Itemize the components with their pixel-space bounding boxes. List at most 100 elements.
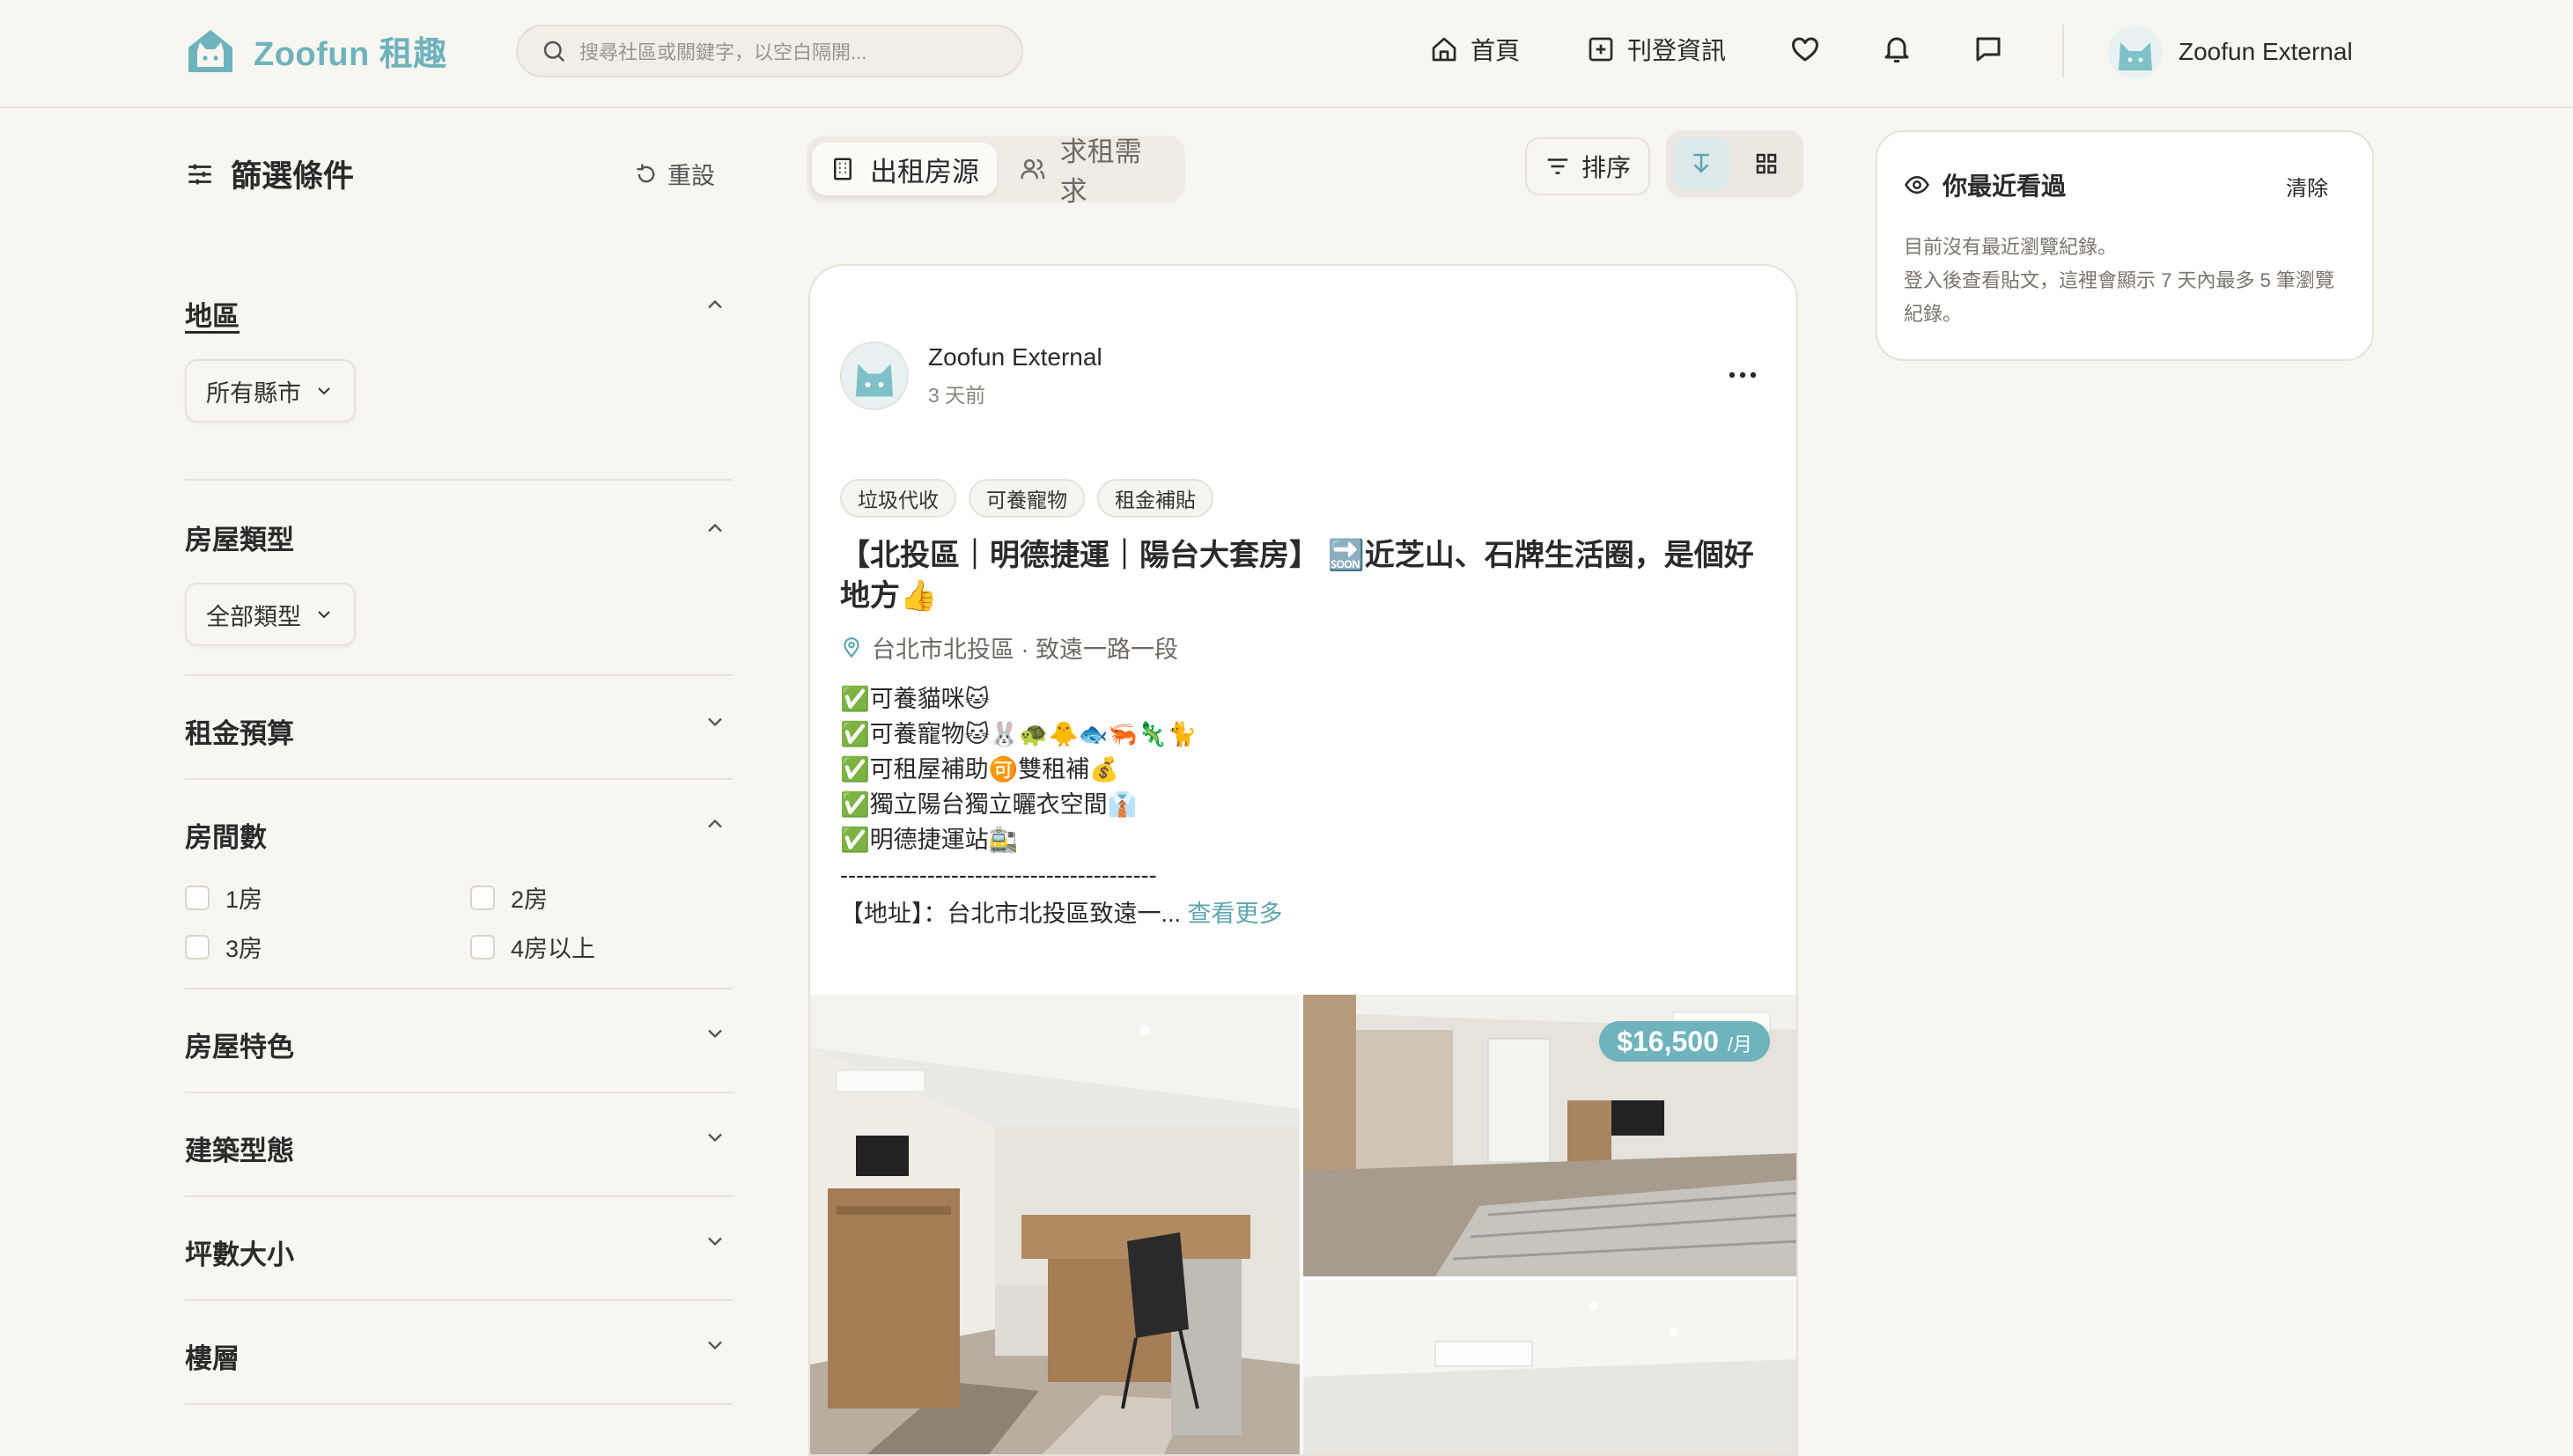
post-body-line: ----------------------------------------: [840, 862, 1157, 888]
reset-icon: [637, 163, 655, 182]
price-unit: /月: [1727, 1033, 1752, 1055]
header-divider: [2062, 25, 2064, 77]
recently-viewed-title: 你最近看過: [1904, 167, 2066, 202]
sort-lines-icon: [1547, 158, 1568, 174]
see-more-link[interactable]: 查看更多: [1188, 901, 1283, 927]
chevron-up-icon[interactable]: [703, 516, 727, 540]
eye-icon: [1905, 175, 1929, 195]
checkbox[interactable]: [185, 934, 210, 960]
tab-rent-demand-label: 求租需求: [1059, 136, 1142, 207]
chevron-down-icon[interactable]: [703, 1333, 727, 1357]
post-body-line: ✅獨立陽台獨立曬衣空間👔: [840, 791, 1138, 818]
more-options-icon[interactable]: [1728, 370, 1758, 380]
building-icon: [834, 158, 852, 180]
checkbox[interactable]: [470, 934, 495, 960]
clear-recent-button[interactable]: 清除: [2286, 171, 2328, 202]
chevron-up-icon[interactable]: [703, 812, 727, 836]
post-body-line: ✅明德捷運站🚉: [840, 827, 1019, 853]
nav-home[interactable]: 首頁: [1430, 32, 1520, 67]
room-photo-desk-image: [810, 995, 1300, 1454]
post-address-line: 【地址】：台北市北投區致遠一... 查看更多: [840, 896, 1283, 931]
user-avatar: [2108, 25, 2163, 79]
room-photo-3[interactable]: [1303, 1280, 1796, 1454]
checkbox[interactable]: [470, 885, 495, 910]
cat-avatar-icon: [855, 364, 894, 397]
house-type-title[interactable]: 房屋類型: [185, 518, 294, 557]
post-author-name[interactable]: Zoofun External: [928, 343, 1102, 371]
filter-section-building[interactable]: 建築型態: [185, 1093, 733, 1197]
tab-rent-supply-label: 出租房源: [870, 156, 979, 188]
filter-section-house-type: 房屋類型 全部類型: [185, 481, 733, 676]
brand-logo[interactable]: Zoofun 租趣: [185, 25, 447, 76]
view-toggle: [1666, 130, 1803, 197]
sliders-icon: [188, 164, 211, 184]
reset-filters-button[interactable]: 重設: [634, 157, 715, 191]
grid-icon: [1756, 153, 1777, 174]
post-author-avatar[interactable]: [840, 342, 909, 410]
tab-rent-demand[interactable]: 求租需求: [1002, 136, 1185, 207]
search-icon: [543, 40, 565, 63]
chevron-down-icon[interactable]: [703, 1021, 727, 1046]
chevron-down-icon[interactable]: [703, 710, 727, 734]
sort-button[interactable]: 排序: [1525, 137, 1650, 195]
rooms-option-2[interactable]: 2房: [470, 880, 548, 915]
tab-rent-supply[interactable]: 出租房源: [812, 143, 997, 195]
post-author-row: Zoofun External 3 天前: [840, 342, 1102, 410]
region-title[interactable]: 地區: [185, 294, 240, 334]
chevron-down-icon[interactable]: [703, 1125, 727, 1150]
region-select-value: 所有縣市: [206, 379, 301, 407]
messages-button[interactable]: [1972, 33, 2004, 65]
post-time: 3 天前: [928, 384, 986, 407]
filter-section-features[interactable]: 房屋特色: [185, 989, 733, 1093]
filter-section-floor[interactable]: 樓層: [185, 1301, 733, 1405]
filter-section-budget[interactable]: 租金預算: [185, 676, 733, 780]
tag-pets-allowed: 可養寵物: [969, 479, 1085, 518]
budget-title: 租金預算: [185, 718, 294, 749]
house-type-select-value: 全部類型: [206, 603, 301, 630]
post-body-line: ✅可租屋補助🉑雙租補💰: [840, 756, 1119, 783]
nav-home-label: 首頁: [1471, 37, 1521, 64]
notifications-button[interactable]: [1881, 33, 1913, 65]
map-pin-icon: [844, 636, 859, 658]
checkbox[interactable]: [185, 885, 210, 910]
rooms-title[interactable]: 房間數: [185, 815, 267, 855]
region-select[interactable]: 所有縣市: [185, 359, 356, 423]
favorites-button[interactable]: [1789, 33, 1821, 65]
room-photo-ceiling-image: [1303, 1280, 1796, 1454]
nav-post-listing[interactable]: 刊登資訊: [1587, 32, 1726, 67]
home-icon: [1432, 37, 1456, 62]
sort-label: 排序: [1581, 154, 1631, 181]
rooms-option-3[interactable]: 3房: [185, 930, 262, 964]
arrow-down-icon: [1693, 153, 1709, 173]
price-amount: $16,500: [1617, 1026, 1719, 1057]
post-body: ✅可養貓咪🐱 ✅可養寵物🐱🐰🐢🐥🐟🦐🦎🐈 ✅可租屋補助🉑雙租補💰 ✅獨立陽台獨立…: [840, 681, 1283, 931]
filter-section-region: 地區 所有縣市: [185, 280, 733, 481]
chevron-down-icon[interactable]: [703, 1229, 727, 1254]
features-title: 房屋特色: [185, 1032, 294, 1063]
tag-rent-subsidy: 租金補貼: [1097, 479, 1213, 518]
price-badge: $16,500 /月: [1599, 1021, 1770, 1062]
cat-house-logo-icon: [188, 30, 232, 72]
post-body-line: ✅可養寵物🐱🐰🐢🐥🐟🦐🦎🐈: [840, 721, 1198, 747]
recent-hint-line: 登入後查看貼文，這裡會顯示 7 天內最多 5 筆瀏覽紀錄。: [1904, 269, 2334, 325]
chevron-up-icon[interactable]: [703, 292, 727, 317]
filter-title: 篩選條件: [185, 151, 354, 196]
post-title[interactable]: 【北投區｜明德捷運｜陽台大套房】 🔜近芝山、石牌生活圈，是個好地方👍: [840, 535, 1773, 616]
search-input[interactable]: 搜尋社區或關鍵字，以空白隔開...: [516, 25, 1023, 77]
rooms-option-1[interactable]: 1房: [185, 880, 262, 915]
listing-card[interactable]: Zoofun External 3 天前 垃圾代收 可養寵物 租金補貼 【北投區…: [808, 264, 1798, 1456]
recently-viewed-message: 目前沒有最近瀏覽紀錄。 登入後查看貼文，這裡會顯示 7 天內最多 5 筆瀏覽紀錄…: [1904, 231, 2353, 331]
list-view-button[interactable]: [1673, 137, 1729, 190]
filter-title-label: 篩選條件: [231, 159, 355, 194]
post-location-text: 台北市北投區 · 致遠一路一段: [872, 636, 1178, 663]
room-photo-1[interactable]: [810, 995, 1300, 1454]
grid-view-button[interactable]: [1738, 137, 1795, 190]
room-photo-2[interactable]: $16,500 /月: [1303, 995, 1796, 1276]
filter-section-size[interactable]: 坪數大小: [185, 1197, 733, 1301]
plus-square-icon: [1589, 37, 1613, 62]
rooms-option-4plus[interactable]: 4房以上: [470, 930, 595, 964]
bell-icon: [1884, 37, 1909, 63]
rooms-option-label: 4房以上: [511, 936, 596, 962]
user-menu[interactable]: Zoofun External: [2108, 25, 2353, 79]
house-type-select[interactable]: 全部類型: [185, 583, 356, 646]
